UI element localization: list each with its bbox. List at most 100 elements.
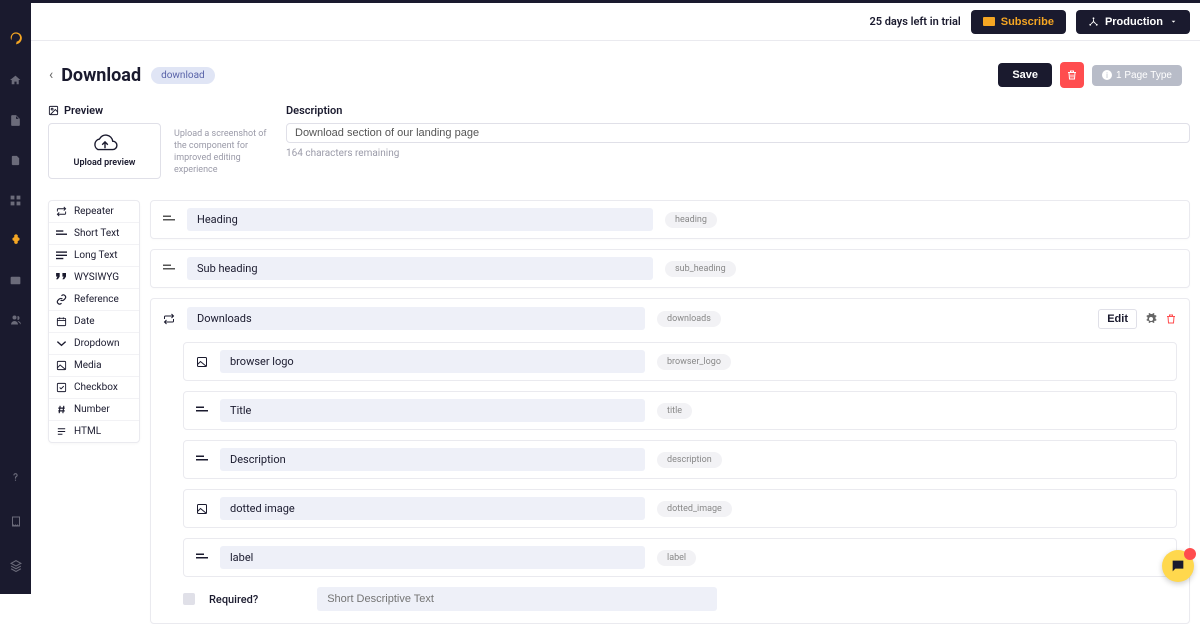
short-text-icon xyxy=(196,406,208,415)
preview-label: Preview xyxy=(64,104,103,117)
preview-hint: Upload a screenshot of the component for… xyxy=(174,128,274,177)
upload-preview-button[interactable]: Upload preview xyxy=(48,123,161,179)
nav-components-icon[interactable] xyxy=(9,233,23,247)
calendar-icon xyxy=(56,316,67,327)
field-sub-heading[interactable]: Sub heading sub_heading xyxy=(150,249,1190,288)
field-api-id: description xyxy=(657,452,722,468)
nav-grid-icon[interactable] xyxy=(9,193,23,207)
notification-badge xyxy=(1184,548,1196,560)
field-api-id: title xyxy=(657,403,692,419)
palette-reference[interactable]: Reference xyxy=(49,289,139,311)
trash-icon[interactable] xyxy=(1165,313,1177,325)
palette-wysiwyg[interactable]: WYSIWYG xyxy=(49,267,139,289)
page-type-label: 1 Page Type xyxy=(1116,70,1172,81)
back-button[interactable]: ‹ xyxy=(49,67,53,83)
subscribe-button[interactable]: Subscribe xyxy=(971,10,1066,34)
slug-badge: download xyxy=(151,67,215,84)
palette-dropdown[interactable]: Dropdown xyxy=(49,333,139,355)
palette-html[interactable]: HTML xyxy=(49,421,139,442)
link-icon xyxy=(56,294,67,305)
field-name-input[interactable]: label xyxy=(220,546,645,569)
field-name-input[interactable]: Sub heading xyxy=(187,257,653,280)
nav-home-icon[interactable] xyxy=(9,73,23,87)
page-type-button[interactable]: i 1 Page Type xyxy=(1092,65,1182,86)
description-section: Description 164 characters remaining xyxy=(286,104,1190,159)
page-title: Download xyxy=(61,65,141,86)
child-field-label[interactable]: label label xyxy=(183,538,1177,577)
edit-button[interactable]: Edit xyxy=(1098,309,1137,329)
app-header: 25 days left in trial Subscribe Producti… xyxy=(31,3,1200,41)
palette-long-text[interactable]: Long Text xyxy=(49,245,139,267)
required-label: Required? xyxy=(209,593,258,606)
repeat-icon xyxy=(56,206,67,217)
image-icon xyxy=(196,356,208,368)
child-field-description[interactable]: Description description xyxy=(183,440,1177,479)
field-name-input[interactable]: Heading xyxy=(187,208,653,231)
checkbox-icon xyxy=(56,382,67,393)
chat-icon xyxy=(1170,558,1186,574)
field-downloads-repeater: Downloads downloads Edit browser logo br… xyxy=(150,298,1190,624)
short-text-icon xyxy=(196,455,208,464)
field-name-input[interactable]: Title xyxy=(220,399,645,422)
field-heading[interactable]: Heading heading xyxy=(150,200,1190,239)
image-icon xyxy=(56,360,67,371)
description-label: Description xyxy=(286,104,1190,117)
child-field-dotted-image[interactable]: dotted image dotted_image xyxy=(183,489,1177,528)
chevron-down-icon xyxy=(56,338,67,349)
nav-help-icon[interactable] xyxy=(9,470,23,484)
nav-document-icon[interactable] xyxy=(9,153,23,167)
subscribe-label: Subscribe xyxy=(1001,16,1054,28)
field-name-input[interactable]: browser logo xyxy=(220,350,645,373)
field-name-input[interactable]: Downloads xyxy=(187,307,645,330)
nav-pages-icon[interactable] xyxy=(9,113,23,127)
field-name-input[interactable]: Description xyxy=(220,448,645,471)
palette-repeater[interactable]: Repeater xyxy=(49,201,139,223)
nav-layers-icon[interactable] xyxy=(9,558,23,572)
save-button[interactable]: Save xyxy=(998,63,1052,87)
short-text-icon xyxy=(56,228,67,239)
field-api-id: downloads xyxy=(657,311,721,327)
field-type-palette: Repeater Short Text Long Text WYSIWYG Re… xyxy=(48,200,140,443)
field-name-input[interactable]: dotted image xyxy=(220,497,645,520)
repeat-icon xyxy=(163,313,175,325)
palette-date[interactable]: Date xyxy=(49,311,139,333)
fields-canvas: Heading heading Sub heading sub_heading … xyxy=(150,200,1190,624)
child-field-title[interactable]: Title title xyxy=(183,391,1177,430)
trial-status: 25 days left in trial xyxy=(869,15,960,28)
main-content: Preview Upload preview Upload a screensh… xyxy=(42,98,1200,594)
upload-preview-label: Upload preview xyxy=(74,158,136,168)
info-icon: i xyxy=(1102,70,1112,80)
description-counter: 164 characters remaining xyxy=(286,148,1190,159)
hash-icon xyxy=(56,404,67,415)
palette-number[interactable]: Number xyxy=(49,399,139,421)
required-checkbox[interactable] xyxy=(183,593,195,605)
palette-checkbox[interactable]: Checkbox xyxy=(49,377,139,399)
upload-cloud-icon xyxy=(91,134,119,154)
network-icon xyxy=(1088,16,1099,27)
required-row: Required? xyxy=(163,577,1177,611)
preview-section: Preview Upload preview Upload a screensh… xyxy=(48,104,273,179)
environment-switcher[interactable]: Production xyxy=(1076,10,1190,34)
delete-button[interactable] xyxy=(1060,62,1084,88)
child-field-browser-logo[interactable]: browser logo browser_logo xyxy=(183,342,1177,381)
app-logo xyxy=(8,31,24,47)
palette-media[interactable]: Media xyxy=(49,355,139,377)
description-input[interactable] xyxy=(286,123,1190,143)
short-text-icon xyxy=(163,263,175,275)
trash-icon xyxy=(1066,69,1078,81)
html-icon xyxy=(56,426,67,437)
short-descriptive-input[interactable] xyxy=(317,587,717,611)
field-api-id: sub_heading xyxy=(665,261,736,277)
nav-users-icon[interactable] xyxy=(9,313,23,327)
nav-docs-icon[interactable] xyxy=(9,514,23,528)
left-nav xyxy=(0,3,31,594)
repeater-children: browser logo browser_logo Title title De… xyxy=(163,342,1177,577)
chat-widget[interactable] xyxy=(1162,550,1194,582)
environment-label: Production xyxy=(1105,16,1163,28)
repeater-header[interactable]: Downloads downloads Edit xyxy=(163,307,1177,330)
gear-icon[interactable] xyxy=(1145,313,1157,325)
palette-short-text[interactable]: Short Text xyxy=(49,223,139,245)
nav-media-icon[interactable] xyxy=(9,273,23,287)
quote-icon xyxy=(56,272,67,283)
field-api-id: browser_logo xyxy=(657,354,731,370)
